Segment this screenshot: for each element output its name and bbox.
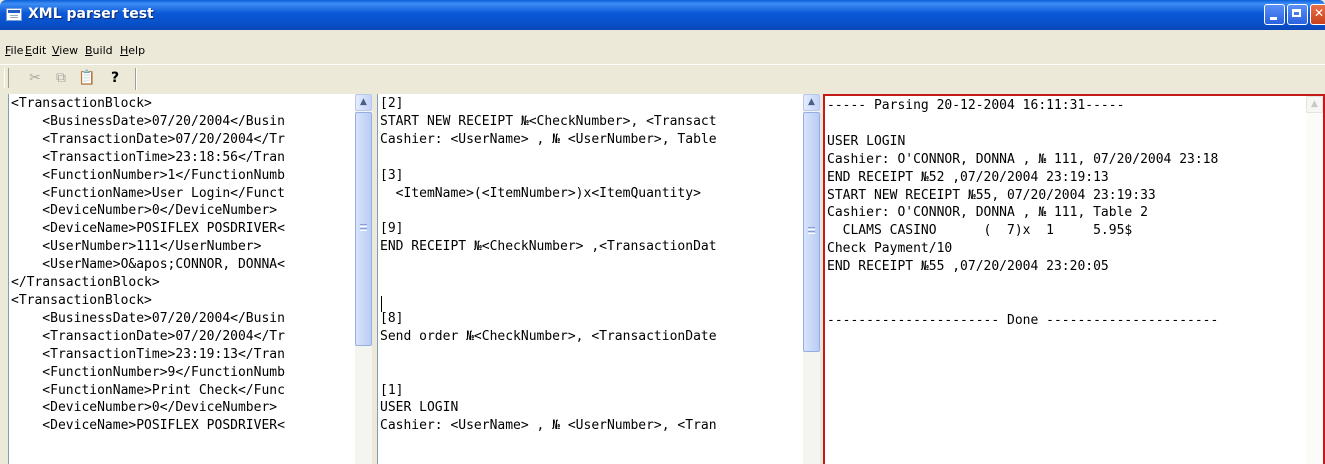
scroll-grip-icon — [360, 224, 367, 225]
toolbar-separator — [135, 68, 137, 90]
menu-file[interactable]: File — [5, 44, 23, 57]
text-caret — [381, 296, 382, 312]
cut-icon[interactable]: ✂ — [24, 68, 46, 88]
scroll-up-arrow-icon[interactable]: ▲ — [1306, 96, 1323, 113]
title-bar: XML parser test — [0, 0, 1325, 30]
xml-source-pane[interactable]: <TransactionBlock> <BusinessDate>07/20/2… — [8, 94, 372, 464]
output-pane-scrollbar[interactable]: ▲ — [1306, 96, 1323, 464]
scroll-up-arrow-icon[interactable]: ▲ — [803, 94, 820, 111]
menu-bar: File Edit View Build Help — [0, 41, 1325, 61]
maximize-button[interactable] — [1287, 4, 1308, 25]
xml-pane-scrollbar[interactable]: ▲ — [355, 94, 372, 464]
scroll-up-arrow-icon[interactable]: ▲ — [355, 94, 372, 111]
xml-source-text: <TransactionBlock> <BusinessDate>07/20/2… — [11, 96, 285, 434]
toolbar: ✂ ⧉ 📋 ? — [0, 64, 1325, 92]
app-icon — [6, 8, 22, 21]
menu-build[interactable]: Build — [85, 44, 113, 57]
minimize-button[interactable] — [1264, 4, 1285, 25]
template-text: [2] START NEW RECEIPT №<CheckNumber>, <T… — [380, 96, 717, 434]
scroll-thumb[interactable] — [803, 112, 820, 352]
template-pane-scrollbar[interactable]: ▲ — [803, 94, 820, 464]
menu-help[interactable]: Help — [120, 44, 145, 57]
scroll-thumb[interactable] — [355, 112, 372, 346]
output-pane[interactable]: ----- Parsing 20-12-2004 16:11:31----- U… — [823, 94, 1325, 464]
window-title: XML parser test — [28, 6, 154, 22]
menu-view[interactable]: View — [52, 44, 78, 57]
output-text: ----- Parsing 20-12-2004 16:11:31----- U… — [827, 98, 1219, 328]
template-pane[interactable]: [2] START NEW RECEIPT №<CheckNumber>, <T… — [377, 94, 820, 464]
paste-icon[interactable]: 📋 — [76, 68, 98, 88]
toolbar-grip — [4, 68, 9, 88]
copy-icon[interactable]: ⧉ — [50, 68, 72, 88]
help-icon[interactable]: ? — [104, 68, 126, 88]
close-button[interactable] — [1310, 4, 1325, 25]
menu-edit[interactable]: Edit — [25, 44, 46, 57]
scroll-grip-icon — [808, 227, 815, 228]
